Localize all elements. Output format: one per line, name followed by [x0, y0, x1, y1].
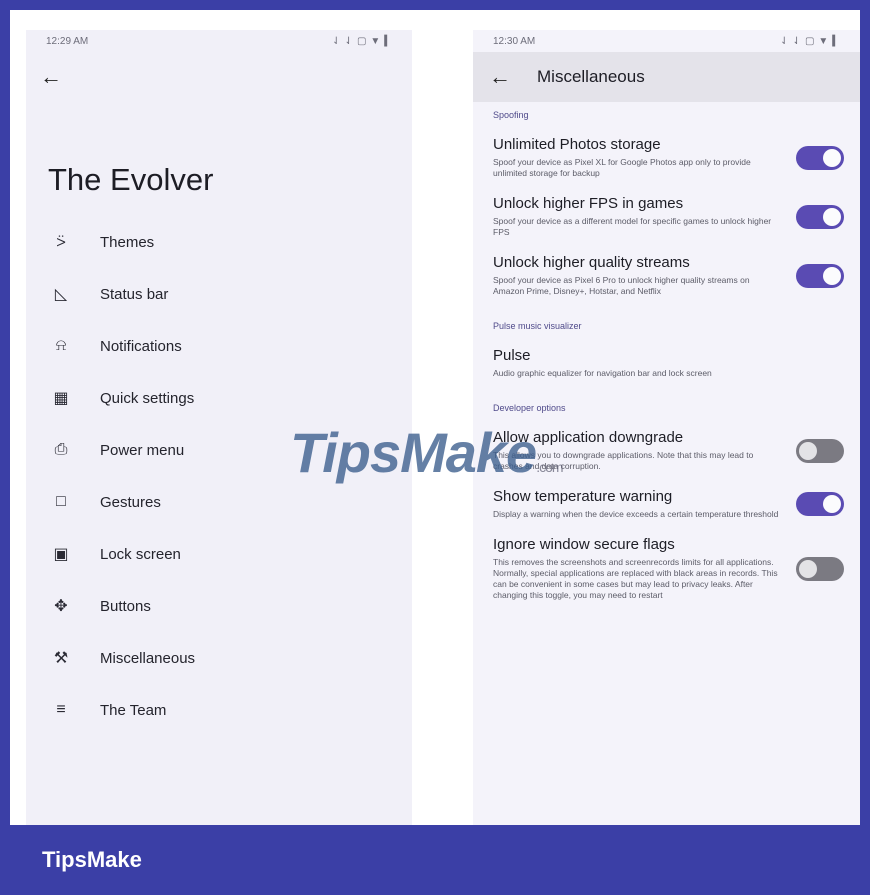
menu-item-label: Lock screen	[100, 545, 181, 563]
status-bar: 12:30 AM ⇃ ⇃ ▢ ▼ ▍	[473, 30, 860, 52]
menu-item-label: Gestures	[100, 493, 161, 511]
brand-footer: TipsMake	[42, 847, 142, 872]
network-icon: ⇃	[792, 35, 801, 47]
status-icons: ⇃ ⇃ ▢ ▼ ▍	[780, 36, 840, 47]
network-icon: ⇃	[344, 35, 353, 47]
wrench-icon: ⚒	[53, 650, 69, 667]
menu-item-label: Miscellaneous	[100, 649, 196, 667]
toggle-knob	[799, 559, 817, 578]
setting-higher-fps[interactable]: Unlock higher FPS in games Spoof your de…	[473, 187, 860, 246]
back-arrow-icon[interactable]: ←	[40, 64, 62, 90]
watermark-text: TipsMake	[290, 421, 537, 484]
streams-toggle[interactable]	[796, 263, 844, 288]
setting-description: Spoof your device as Pixel XL for Google…	[493, 157, 751, 178]
menu-item-label: Themes	[100, 233, 155, 251]
page-title: The Evolver	[48, 162, 214, 197]
setting-title: Show temperature warning	[493, 488, 673, 505]
network-icon: ⇃	[332, 35, 341, 47]
menu-item-lock-screen[interactable]: ▣ Lock screen	[26, 528, 412, 580]
menu-item-miscellaneous[interactable]: ⚒ Miscellaneous	[26, 632, 412, 684]
watermark-suffix: .com	[536, 459, 563, 475]
toggle-knob	[823, 207, 841, 226]
left-toolbar: ←	[26, 52, 412, 102]
menu-item-themes[interactable]: ⍩ Themes	[26, 216, 412, 268]
section-header-pulse: Pulse music visualizer	[493, 321, 582, 331]
toggle-knob	[823, 148, 841, 167]
menu-item-label: Buttons	[100, 597, 151, 615]
signal-icon: ◺	[54, 286, 68, 303]
setting-description: Spoof your device as a different model f…	[493, 216, 772, 237]
power-icon: ⎙	[54, 441, 68, 458]
setting-temperature-warning[interactable]: Show temperature warning Display a warni…	[473, 480, 860, 528]
setting-pulse[interactable]: Pulse Audio graphic equalizer for naviga…	[473, 339, 860, 387]
setting-title: Pulse	[493, 347, 531, 364]
status-icons: ⇃ ⇃ ▢ ▼ ▍	[332, 36, 392, 47]
setting-description: Spoof your device as Pixel 6 Pro to unlo…	[493, 275, 750, 296]
setting-description: Display a warning when the device exceed…	[493, 509, 779, 519]
setting-description: This removes the screenshots and screenr…	[493, 557, 778, 600]
downgrade-toggle[interactable]	[796, 438, 844, 463]
menu-item-status-bar[interactable]: ◺ Status bar	[26, 268, 412, 320]
gesture-icon: □	[56, 493, 66, 510]
fps-toggle[interactable]	[796, 204, 844, 229]
toggle-knob	[823, 266, 841, 285]
watermark: TipsMake.com	[290, 420, 564, 485]
lock-screen-icon: ▣	[53, 546, 69, 563]
toggle-knob	[799, 441, 817, 460]
grid-icon: ▦	[53, 390, 69, 407]
menu-item-quick-settings[interactable]: ▦ Quick settings	[26, 372, 412, 424]
toggle-knob	[823, 495, 841, 513]
setting-ignore-secure-flags[interactable]: Ignore window secure flags This removes …	[473, 528, 860, 609]
setting-unlimited-photos[interactable]: Unlimited Photos storage Spoof your devi…	[473, 128, 860, 187]
temperature-toggle[interactable]	[796, 492, 844, 516]
back-arrow-icon[interactable]: ←	[489, 64, 511, 90]
bell-icon: ⍾	[55, 337, 67, 354]
setting-higher-quality-streams[interactable]: Unlock higher quality streams Spoof your…	[473, 246, 860, 305]
setting-title: Unlock higher FPS in games	[493, 195, 684, 212]
photos-toggle[interactable]	[796, 145, 844, 170]
section-header-developer: Developer options	[493, 403, 566, 413]
menu-item-label: Status bar	[100, 285, 169, 303]
menu-item-label: The Team	[100, 701, 167, 719]
menu-item-notifications[interactable]: ⍾ Notifications	[26, 320, 412, 372]
status-time: 12:29 AM	[46, 35, 89, 47]
battery-icon: ▍	[384, 35, 392, 47]
battery-icon: ▍	[832, 35, 840, 47]
team-icon: ≡	[56, 701, 66, 718]
menu-item-the-team[interactable]: ≡ The Team	[26, 684, 412, 736]
status-bar: 12:29 AM ⇃ ⇃ ▢ ▼ ▍	[26, 30, 412, 52]
status-time: 12:30 AM	[493, 35, 536, 47]
paint-roller-icon: ⍩	[56, 233, 66, 250]
menu-item-label: Notifications	[100, 337, 182, 355]
battery-saver-icon: ▢	[356, 35, 367, 47]
setting-description: Audio graphic equalizer for navigation b…	[493, 368, 712, 378]
setting-title: Ignore window secure flags	[493, 536, 675, 553]
menu-item-label: Quick settings	[100, 389, 195, 407]
menu-item-buttons[interactable]: ✥ Buttons	[26, 580, 412, 632]
buttons-icon: ✥	[54, 598, 68, 615]
setting-title: Unlock higher quality streams	[493, 254, 690, 271]
page-title: Miscellaneous	[537, 67, 645, 86]
battery-saver-icon: ▢	[804, 35, 815, 47]
menu-item-label: Power menu	[100, 441, 185, 459]
secure-flags-toggle[interactable]	[796, 556, 844, 581]
app-bar: ← Miscellaneous	[473, 52, 860, 102]
network-icon: ⇃	[780, 35, 789, 47]
wifi-icon: ▼	[818, 35, 829, 47]
setting-title: Unlimited Photos storage	[493, 136, 661, 153]
wifi-icon: ▼	[370, 35, 381, 47]
section-header-spoofing: Spoofing	[493, 110, 529, 120]
